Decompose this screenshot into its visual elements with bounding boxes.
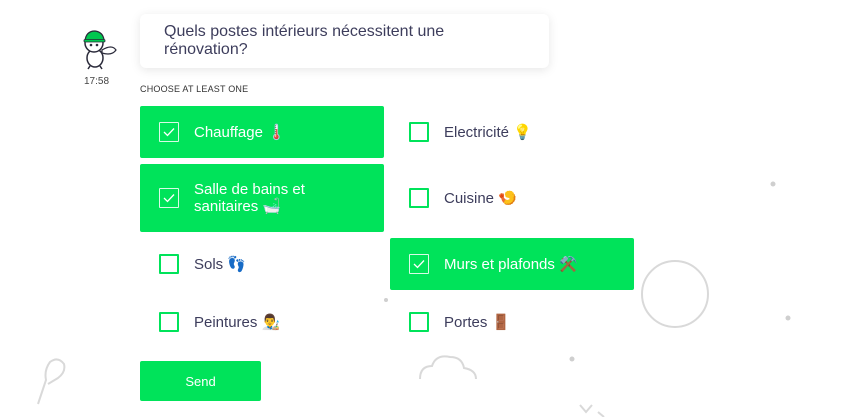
option-label: Electricité 💡 <box>444 123 532 141</box>
checkbox[interactable] <box>159 254 179 274</box>
option-label: Peintures 👨‍🎨 <box>194 313 281 331</box>
option-salle-de-bains[interactable]: Salle de bains et sanitaires 🛁 <box>140 164 384 232</box>
deco-circle <box>641 260 709 328</box>
deco-dot <box>384 298 388 302</box>
deco-dot <box>770 181 776 187</box>
option-cuisine[interactable]: Cuisine 🍤 <box>390 164 634 232</box>
option-label: Sols 👣 <box>194 255 247 273</box>
option-label: Salle de bains et sanitaires 🛁 <box>194 181 305 215</box>
checkbox[interactable] <box>159 312 179 332</box>
deco-dot <box>569 356 575 362</box>
checkbox[interactable] <box>409 188 429 208</box>
option-portes[interactable]: Portes 🚪 <box>390 296 634 348</box>
deco-cloud <box>419 355 477 380</box>
option-label: Cuisine 🍤 <box>444 189 517 207</box>
option-sols[interactable]: Sols 👣 <box>140 238 384 290</box>
checkbox[interactable] <box>409 122 429 142</box>
option-murs-et-plafonds[interactable]: Murs et plafonds ⚒️ <box>390 238 634 290</box>
checkbox[interactable] <box>409 254 429 274</box>
send-button[interactable]: Send <box>140 361 261 401</box>
option-label: Portes 🚪 <box>444 313 511 331</box>
checkbox[interactable] <box>409 312 429 332</box>
question-text: Quels postes intérieurs nécessitent une … <box>164 23 445 58</box>
deco-dot <box>785 315 791 321</box>
checkbox[interactable] <box>159 122 179 142</box>
deco-chevrons <box>579 404 605 417</box>
checkbox[interactable] <box>159 188 179 208</box>
message-timestamp: 17:58 <box>84 76 110 87</box>
option-label: Chauffage 🌡️ <box>194 123 286 141</box>
option-electricite[interactable]: Electricité 💡 <box>390 106 634 158</box>
selection-hint: CHOOSE AT LEAST ONE <box>140 84 249 94</box>
check-icon <box>163 128 175 137</box>
option-chauffage[interactable]: Chauffage 🌡️ <box>140 106 384 158</box>
question-bubble: Quels postes intérieurs nécessitent une … <box>140 14 549 68</box>
bot-avatar-icon <box>83 30 117 70</box>
check-icon <box>413 260 425 269</box>
option-label: Murs et plafonds ⚒️ <box>444 255 578 273</box>
check-icon <box>163 194 175 203</box>
deco-squiggle <box>37 358 66 405</box>
option-peintures[interactable]: Peintures 👨‍🎨 <box>140 296 384 348</box>
